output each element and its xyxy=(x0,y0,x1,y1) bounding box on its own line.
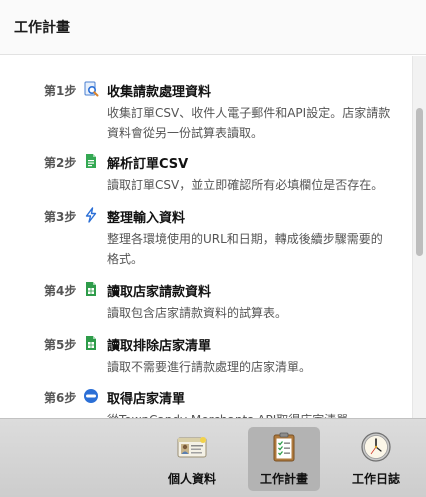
clipboard-icon xyxy=(273,432,295,462)
spreadsheet-icon xyxy=(86,336,96,350)
step-number: 第2步 xyxy=(44,156,77,170)
step-description: 讀取包含店家請款資料的試算表。 xyxy=(107,306,288,320)
csv-file-icon xyxy=(86,154,96,168)
tab-work-plan[interactable]: 工作計畫 xyxy=(248,427,320,491)
tab-work-log[interactable]: 工作日誌 xyxy=(340,427,412,491)
step-title: 讀取排除店家清單 xyxy=(107,339,212,354)
step-description: 讀取訂單CSV，並立即確認所有必填欄位是否存在。 xyxy=(107,178,384,192)
clock-icon xyxy=(361,432,391,462)
app-header: 工作計畫 xyxy=(0,0,426,55)
bottom-tab-bar: 個人資料 工作計畫 工作日誌 xyxy=(0,418,426,497)
scrollbar[interactable] xyxy=(412,56,426,418)
scrollbar-thumb[interactable] xyxy=(416,108,423,256)
id-card-icon xyxy=(177,437,207,458)
step-title: 讀取店家請款資料 xyxy=(107,285,212,300)
lightning-icon xyxy=(85,207,97,223)
step-description: 從TownCandy Merchants API取得店家清單。 xyxy=(107,410,392,418)
step-title: 解析訂單CSV xyxy=(107,157,189,172)
step-description: 讀取不需要進行請款處理的店家清單。 xyxy=(107,360,312,374)
tab-label: 工作日誌 xyxy=(351,472,400,486)
step-number: 第3步 xyxy=(44,210,77,224)
step-number: 第5步 xyxy=(44,338,77,352)
api-icon xyxy=(84,389,98,403)
step-number: 第1步 xyxy=(44,84,77,98)
step-description: 整理各環境使用的URL和日期，轉成後續步驟需要的格式。 xyxy=(107,232,383,266)
step-number: 第6步 xyxy=(44,391,77,405)
tab-label: 工作計畫 xyxy=(259,472,308,486)
step-title: 取得店家清單 xyxy=(107,392,186,407)
step-description: 收集訂單CSV、收件人電子郵件和API設定。店家請款資料會從另一份試算表讀取。 xyxy=(107,106,391,140)
page-title: 工作計畫 xyxy=(14,20,70,36)
tab-label: 個人資料 xyxy=(167,472,216,486)
step-title: 整理輸入資料 xyxy=(107,211,186,226)
step-number: 第4步 xyxy=(44,284,77,298)
work-plan-list[interactable]: 第1步 收集請款處理資料 收集訂單CSV、收件人電子郵件和API設定。店家請款資… xyxy=(0,56,426,418)
search-document-icon xyxy=(84,81,99,97)
tab-profile[interactable]: 個人資料 xyxy=(156,427,228,491)
spreadsheet-icon xyxy=(86,282,96,296)
step-title: 收集請款處理資料 xyxy=(107,85,212,100)
